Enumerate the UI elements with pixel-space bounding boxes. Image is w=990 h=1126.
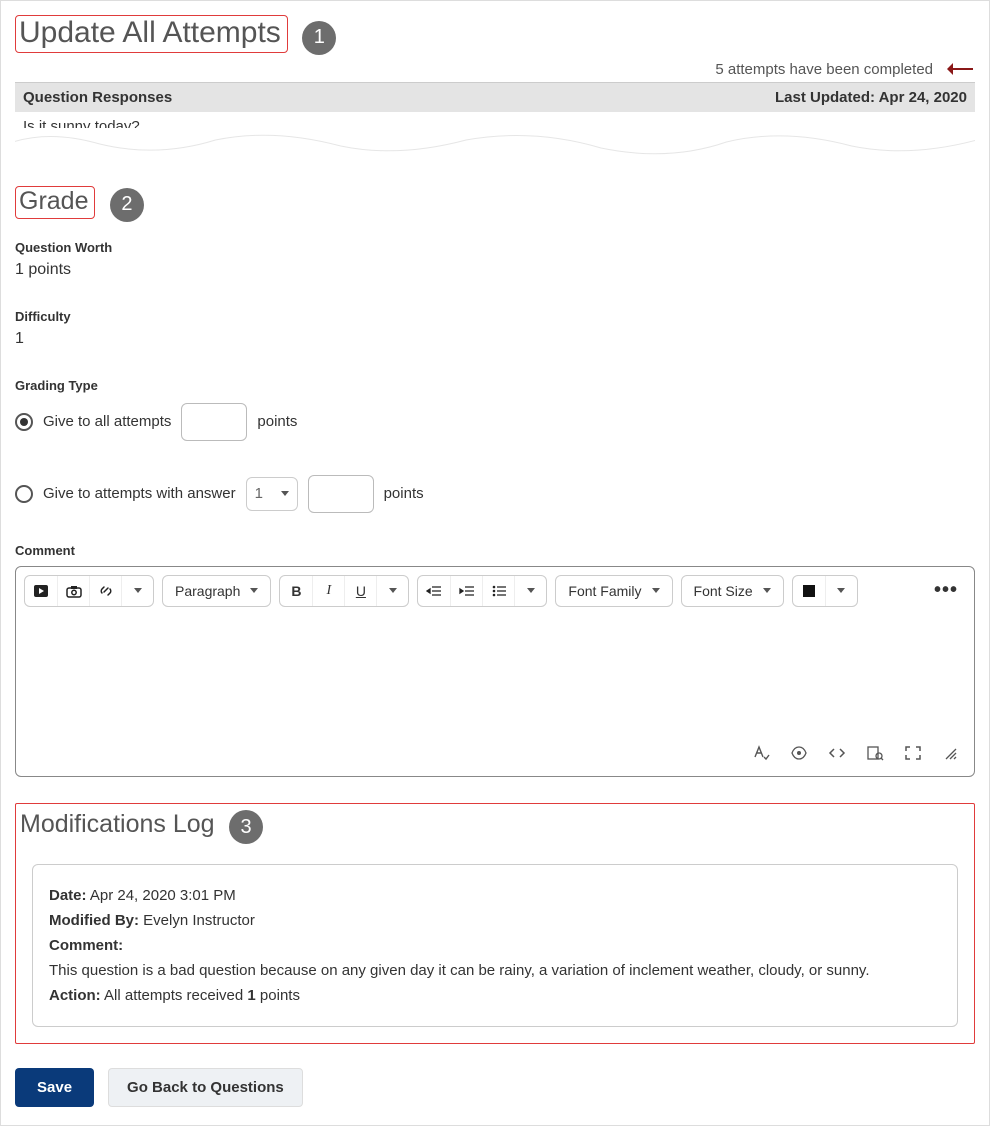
format-dropdown[interactable] xyxy=(376,576,408,606)
modification-entry: Date: Apr 24, 2020 3:01 PM Modified By: … xyxy=(32,864,958,1027)
spellcheck-icon[interactable] xyxy=(752,745,770,766)
radio-give-all[interactable] xyxy=(15,413,33,431)
callout-1: 1 xyxy=(302,21,336,55)
camera-icon[interactable] xyxy=(57,576,89,606)
page-title: Update All Attempts xyxy=(19,16,281,50)
fullscreen-icon[interactable] xyxy=(904,745,922,766)
log-date-value: Apr 24, 2020 3:01 PM xyxy=(90,887,236,904)
paragraph-select-label: Paragraph xyxy=(175,583,240,599)
question-worth-label: Question Worth xyxy=(15,240,975,255)
media-play-icon[interactable] xyxy=(25,576,57,606)
more-toolbar-button[interactable]: ••• xyxy=(934,579,966,602)
points-suffix-all: points xyxy=(257,413,297,430)
torn-edge xyxy=(15,128,975,158)
difficulty-value: 1 xyxy=(15,330,975,348)
underline-button[interactable]: U xyxy=(344,576,376,606)
question-responses-label: Question Responses xyxy=(23,89,172,106)
color-button[interactable] xyxy=(793,576,825,606)
log-date-label: Date: xyxy=(49,887,87,904)
callout-3: 3 xyxy=(229,810,263,844)
font-family-select[interactable]: Font Family xyxy=(555,575,672,607)
preview-icon[interactable] xyxy=(866,745,884,766)
color-dropdown[interactable] xyxy=(825,576,857,606)
comment-editor: Paragraph B I U xyxy=(15,566,975,777)
question-worth-value: 1 points xyxy=(15,261,975,279)
log-comment-label: Comment: xyxy=(49,937,123,954)
log-action-label: Action: xyxy=(49,987,101,1004)
radio-give-answer[interactable] xyxy=(15,485,33,503)
chevron-down-icon xyxy=(281,491,289,496)
log-action-bold: 1 xyxy=(247,987,255,1004)
last-updated-label: Last Updated: Apr 24, 2020 xyxy=(775,89,967,106)
comment-label: Comment xyxy=(15,543,975,558)
answer-select-value: 1 xyxy=(255,485,263,502)
list-dropdown[interactable] xyxy=(514,576,546,606)
points-answer-input[interactable] xyxy=(308,475,374,513)
italic-button[interactable]: I xyxy=(312,576,344,606)
chevron-down-icon xyxy=(652,588,660,593)
arrow-left-icon xyxy=(941,63,973,75)
accessibility-icon[interactable] xyxy=(790,745,808,766)
attempts-completed-text: 5 attempts have been completed xyxy=(715,61,933,78)
callout-2: 2 xyxy=(110,188,144,222)
difficulty-label: Difficulty xyxy=(15,309,975,324)
log-modifiedby-label: Modified By: xyxy=(49,912,139,929)
modifications-log-heading: Modifications Log xyxy=(20,810,215,839)
list-button[interactable] xyxy=(482,576,514,606)
answer-select[interactable]: 1 xyxy=(246,477,298,511)
save-button[interactable]: Save xyxy=(15,1068,94,1107)
outdent-button[interactable] xyxy=(418,576,450,606)
bold-button[interactable]: B xyxy=(280,576,312,606)
paragraph-select[interactable]: Paragraph xyxy=(162,575,271,607)
media-dropdown[interactable] xyxy=(121,576,153,606)
log-action-suffix: points xyxy=(256,987,300,1004)
log-comment-value: This question is a bad question because … xyxy=(49,962,941,979)
chevron-down-icon xyxy=(763,588,771,593)
font-size-label: Font Size xyxy=(694,583,753,599)
comment-textarea[interactable] xyxy=(16,615,974,735)
log-modifiedby-value: Evelyn Instructor xyxy=(143,912,255,929)
font-family-label: Font Family xyxy=(568,583,641,599)
go-back-button[interactable]: Go Back to Questions xyxy=(108,1068,303,1107)
resize-icon[interactable] xyxy=(942,745,960,766)
indent-button[interactable] xyxy=(450,576,482,606)
link-icon[interactable] xyxy=(89,576,121,606)
chevron-down-icon xyxy=(250,588,258,593)
points-all-input[interactable] xyxy=(181,403,247,441)
grade-heading: Grade xyxy=(19,187,88,216)
grading-type-label: Grading Type xyxy=(15,378,975,393)
font-size-select[interactable]: Font Size xyxy=(681,575,784,607)
radio-give-all-label: Give to all attempts xyxy=(43,413,171,430)
code-icon[interactable] xyxy=(828,745,846,766)
radio-give-answer-label: Give to attempts with answer xyxy=(43,485,236,502)
log-action-prefix: All attempts received xyxy=(104,987,247,1004)
points-suffix-answer: points xyxy=(384,485,424,502)
